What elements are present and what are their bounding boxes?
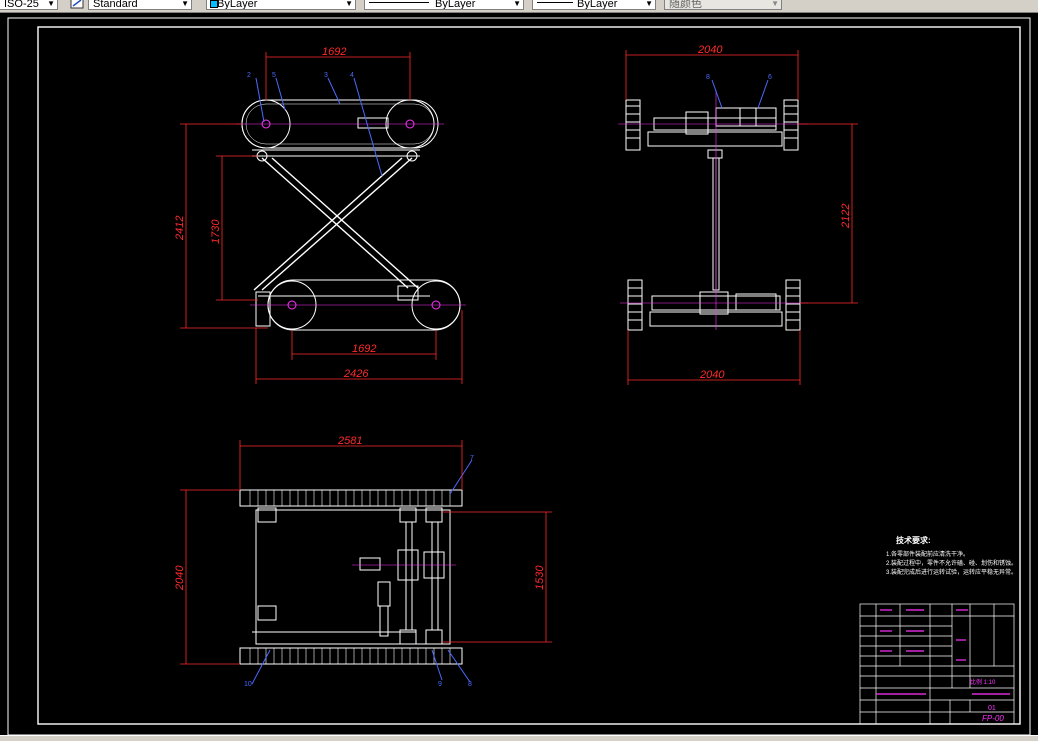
linetype-dropdown[interactable]: ByLayer ▼ [364,0,524,10]
dimstyle-icon[interactable] [70,0,84,9]
plotstyle-value: 随颜色 [669,0,702,10]
color-dropdown[interactable]: ByLayer ▼ [206,0,356,10]
lineweight-sample-icon [537,2,573,3]
dim-top-span: 1692 [322,46,346,58]
dim-style-dropdown[interactable]: Standard ▼ [88,0,192,10]
part-label-6: 6 [768,74,772,81]
dim-inner-height: 1730 [210,219,222,244]
outer-border [7,17,1031,736]
dim-overall-width: 2426 [343,368,369,380]
color-swatch-icon [210,0,218,8]
part-label-4: 4 [350,72,354,79]
lineweight-value: ByLayer [577,0,618,10]
top-view-lower-track [239,647,463,665]
chevron-down-icon: ▼ [345,0,353,8]
color-value: ByLayer [217,0,258,10]
front-view [236,77,466,331]
side-view [618,79,808,331]
dim-side-top-width: 2040 [697,44,723,56]
tech-req-item-1: 1.各零部件装配前应清洗干净。 [886,550,969,558]
chevron-down-icon: ▼ [513,0,521,8]
side-top-left-wheel [625,99,641,151]
part-label-9: 9 [438,681,442,688]
part-label-3: 3 [324,72,328,79]
drawing-frame [37,26,1021,725]
part-label-5: 5 [272,72,276,79]
dim-top-view-width: 2040 [174,565,186,591]
cad-toolbar: ISO-25 ▼ Standard ▼ ByLayer ▼ ByLayer ▼ … [0,0,1038,13]
drawing-canvas[interactable]: 1692 1692 2426 2412 1730 2 5 3 4 2040 20… [0,13,1038,736]
chevron-down-icon: ▼ [47,0,55,8]
part-label-8: 8 [706,74,710,81]
dim-overall-height: 2412 [174,216,186,241]
top-view-dims [180,440,552,665]
dim-style-value: Standard [93,0,138,10]
part-label-8b: 8 [468,681,472,688]
chevron-down-icon: ▼ [181,0,189,8]
scissor-arm-a [261,157,409,289]
top-view-frame [255,509,451,645]
drawing-svg: 1692 1692 2426 2412 1730 2 5 3 4 2040 20… [7,17,1031,736]
part-label-2: 2 [247,72,251,79]
top-view-upper-track [239,489,463,507]
linetype-sample-icon [369,2,429,3]
part-label-10: 10 [244,681,252,688]
top-motor [357,117,389,129]
side-top-right-wheel [783,99,799,151]
title-block-scale: 比例 1:10 [970,678,996,686]
tech-req-title: 技术要求: [896,535,931,545]
dim-side-bottom-width: 2040 [699,369,725,381]
dim-top-view-inner: 1530 [534,565,546,590]
tech-req-item-3: 3.装配完成后进行运转试验，运转应平稳无异常。 [886,568,1017,576]
text-style-dropdown[interactable]: ISO-25 ▼ [0,0,58,10]
part-label-7: 7 [470,455,474,462]
linetype-value: ByLayer [435,0,476,10]
top-view [239,459,473,685]
top-view-motor [359,557,381,571]
title-block-sheet: 01 [988,705,996,712]
side-view-dims [625,50,858,385]
title-block-drawing-no: FP-00 [982,714,1004,723]
status-bar [0,735,1038,741]
dim-top-view-length: 2581 [337,435,362,447]
dim-side-height: 2122 [840,204,852,229]
plotstyle-dropdown[interactable]: 随颜色 ▼ [664,0,782,10]
lineweight-dropdown[interactable]: ByLayer ▼ [532,0,656,10]
dim-bottom-span: 1692 [352,343,376,355]
text-style-value: ISO-25 [4,0,39,10]
chevron-down-icon: ▼ [771,0,779,8]
chevron-down-icon: ▼ [645,0,653,8]
tech-req-item-2: 2.装配过程中，零件不允许磕、碰、划伤和锈蚀。 [886,559,1017,567]
